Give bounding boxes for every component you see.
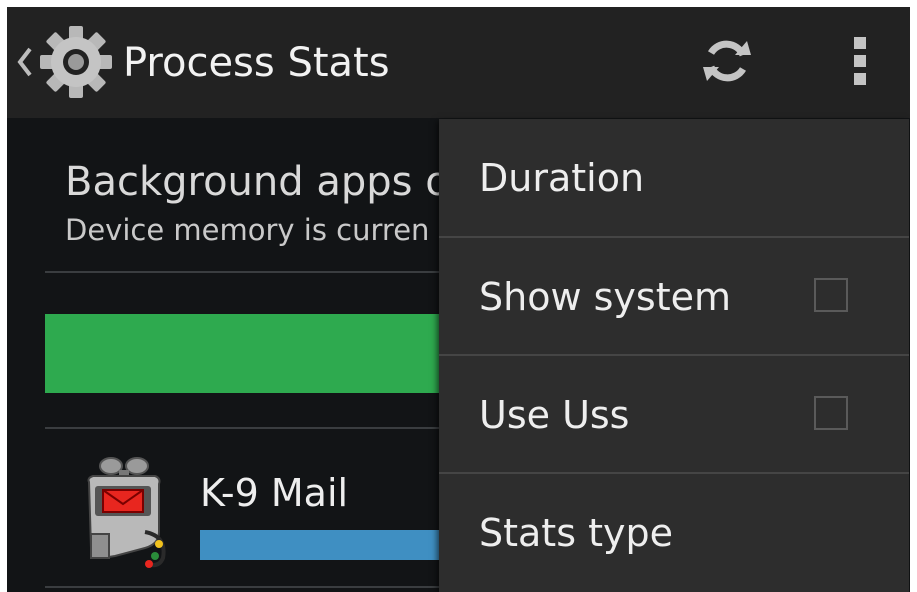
refresh-button[interactable] xyxy=(687,25,767,101)
action-bar: Process Stats xyxy=(7,7,910,118)
use-uss-checkbox[interactable] xyxy=(814,396,848,430)
menu-item-use-uss[interactable]: Use Uss xyxy=(439,356,909,473)
menu-item-label: Stats type xyxy=(479,511,673,555)
memory-status-text: Device memory is curren xyxy=(65,213,430,247)
overflow-menu-icon xyxy=(852,35,868,91)
settings-gear-icon[interactable] xyxy=(37,23,115,101)
divider xyxy=(45,271,465,273)
menu-item-label: Show system xyxy=(479,275,731,319)
chevron-left-icon[interactable] xyxy=(15,45,35,79)
screen: Process Stats Background apps ov Device … xyxy=(7,7,910,592)
refresh-icon xyxy=(699,33,755,93)
overflow-menu-button[interactable] xyxy=(825,25,895,101)
menu-item-show-system[interactable]: Show system xyxy=(439,238,909,355)
divider xyxy=(45,427,465,429)
menu-item-duration[interactable]: Duration xyxy=(439,119,909,236)
menu-item-stats-type[interactable]: Stats type xyxy=(439,474,909,591)
menu-item-label: Duration xyxy=(479,156,645,200)
page-title: Process Stats xyxy=(123,40,390,86)
section-heading: Background apps ov xyxy=(65,159,474,205)
divider xyxy=(45,586,465,588)
memory-usage-bar[interactable] xyxy=(45,314,475,393)
app-name: K-9 Mail xyxy=(200,471,349,515)
overflow-menu: Duration Show system Use Uss Stats type xyxy=(439,119,909,592)
menu-item-label: Use Uss xyxy=(479,393,630,437)
k9-mail-icon xyxy=(75,452,171,570)
show-system-checkbox[interactable] xyxy=(814,278,848,312)
